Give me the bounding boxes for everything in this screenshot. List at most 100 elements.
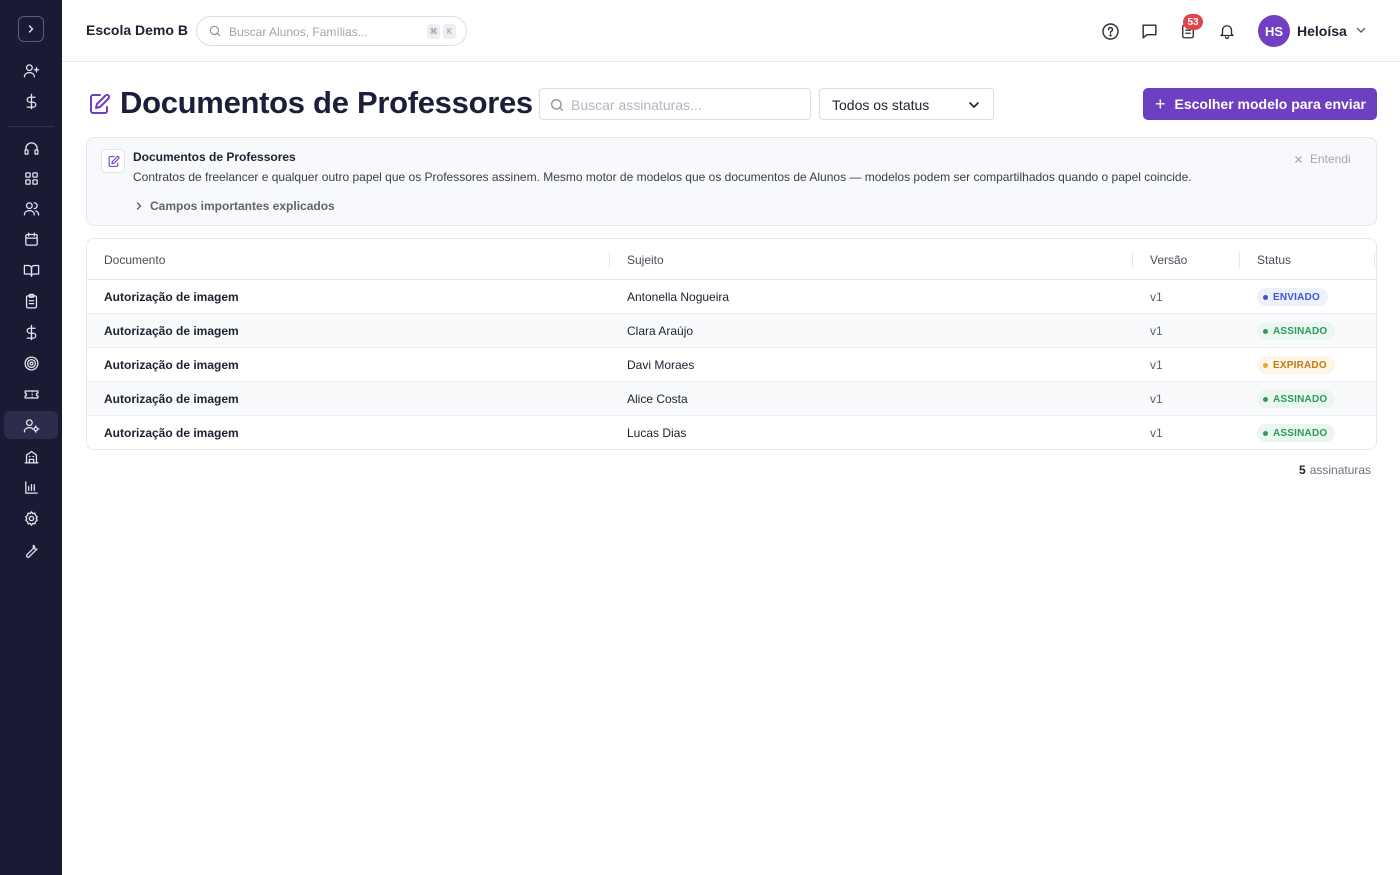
important-fields-toggle[interactable]: Campos importantes explicados — [134, 199, 335, 213]
status-badge: EXPIRADO — [1257, 356, 1335, 374]
cell-documento: Autorização de imagem — [104, 358, 239, 372]
column-divider[interactable] — [609, 252, 610, 268]
signatures-count-number: 5 — [1299, 463, 1306, 477]
dollar-icon — [26, 93, 36, 109]
chevron-down-icon — [969, 102, 979, 109]
sidebar-item-dashboard[interactable] — [4, 164, 58, 192]
sidebar-item-people[interactable] — [4, 194, 58, 222]
column-divider[interactable] — [1132, 252, 1133, 268]
column-divider[interactable] — [1239, 252, 1240, 268]
sidebar-item-settings[interactable] — [4, 504, 58, 532]
status-badge: ENVIADO — [1257, 288, 1328, 306]
calendar-icon — [24, 231, 38, 246]
chevron-right-icon — [136, 202, 142, 210]
sidebar-divider — [8, 126, 54, 127]
status-text: ASSINADO — [1273, 393, 1328, 405]
sidebar — [0, 0, 62, 875]
top-bar: Escola Demo B Buscar Alunos, Famílias...… — [62, 0, 1400, 62]
sidebar-item-admissions[interactable] — [4, 56, 58, 84]
cell-versao: v1 — [1150, 358, 1163, 372]
cell-documento: Autorização de imagem — [104, 426, 239, 440]
user-name[interactable]: Heloísa — [1297, 23, 1347, 39]
table-row[interactable]: Autorização de imagem Davi Moraes v1 EXP… — [87, 348, 1376, 382]
status-dot — [1263, 396, 1268, 402]
document-edit-icon — [101, 149, 125, 173]
sidebar-item-teachers[interactable] — [4, 411, 58, 439]
plus-icon: + — [1155, 94, 1166, 114]
close-icon — [1295, 155, 1302, 163]
cell-versao: v1 — [1150, 392, 1163, 406]
table-header: Documento Sujeito Versão Status — [87, 239, 1376, 280]
cell-documento: Autorização de imagem — [104, 290, 239, 304]
sidebar-item-school[interactable] — [4, 442, 58, 470]
status-text: EXPIRADO — [1273, 359, 1327, 371]
sidebar-item-billing[interactable] — [4, 87, 58, 115]
status-badge: ASSINADO — [1257, 424, 1336, 442]
help-button[interactable] — [1099, 20, 1121, 42]
dismiss-label: Entendi — [1310, 152, 1351, 166]
status-text: ASSINADO — [1273, 325, 1328, 337]
dismiss-button[interactable]: Entendi — [1294, 152, 1351, 166]
table-row[interactable]: Autorização de imagem Clara Araújo v1 AS… — [87, 314, 1376, 348]
column-divider[interactable] — [1374, 252, 1375, 268]
status-text: ENVIADO — [1273, 291, 1320, 303]
notifications-button[interactable] — [1216, 20, 1238, 42]
chevron-down-icon[interactable] — [1355, 24, 1367, 36]
column-header-status[interactable]: Status — [1257, 253, 1291, 267]
document-edit-icon — [90, 93, 111, 114]
choose-template-label: Escolher modelo para enviar — [1174, 96, 1366, 112]
table-row[interactable]: Autorização de imagem Antonella Nogueira… — [87, 280, 1376, 314]
important-fields-label: Campos importantes explicados — [150, 199, 335, 213]
signatures-search-input[interactable]: Buscar assinaturas... — [539, 88, 811, 120]
messages-button[interactable] — [1138, 20, 1160, 42]
user-settings-icon — [23, 418, 40, 433]
clipboard-icon — [25, 293, 37, 309]
gear-icon — [24, 510, 38, 526]
sidebar-item-goals[interactable] — [4, 349, 58, 377]
cell-sujeito: Alice Costa — [627, 392, 688, 406]
sidebar-item-finance[interactable] — [4, 318, 58, 346]
bell-icon — [1220, 25, 1234, 40]
shortcut-key-cmd: ⌘ — [427, 24, 440, 39]
status-filter-select[interactable]: Todos os status — [819, 88, 994, 120]
status-badge: ASSINADO — [1257, 390, 1336, 408]
chat-icon — [1141, 23, 1157, 39]
search-icon — [209, 25, 221, 37]
help-icon — [1101, 22, 1119, 40]
tasks-count-badge: 53 — [1183, 14, 1203, 30]
sidebar-item-tickets[interactable] — [4, 380, 58, 408]
sidebar-item-tools[interactable] — [4, 535, 58, 563]
school-name[interactable]: Escola Demo B — [86, 22, 188, 38]
dollar-icon — [26, 324, 36, 340]
page-title: Documentos de Professores — [120, 85, 533, 120]
chevron-right-icon — [28, 25, 34, 33]
sidebar-item-support[interactable] — [4, 134, 58, 162]
cell-documento: Autorização de imagem — [104, 324, 239, 338]
ticket-icon — [23, 389, 39, 399]
sidebar-item-courses[interactable] — [4, 256, 58, 284]
column-header-documento[interactable]: Documento — [104, 253, 165, 267]
cell-versao: v1 — [1150, 290, 1163, 304]
status-dot — [1263, 294, 1268, 300]
sidebar-item-calendar[interactable] — [4, 225, 58, 253]
table-row[interactable]: Autorização de imagem Alice Costa v1 ASS… — [87, 382, 1376, 416]
global-search-input[interactable]: Buscar Alunos, Famílias... ⌘ K — [196, 16, 467, 46]
table-row[interactable]: Autorização de imagem Lucas Dias v1 ASSI… — [87, 416, 1376, 449]
column-header-sujeito[interactable]: Sujeito — [627, 253, 664, 267]
cell-versao: v1 — [1150, 426, 1163, 440]
users-icon — [23, 201, 39, 216]
headset-icon — [23, 141, 39, 155]
sidebar-item-assessments[interactable] — [4, 287, 58, 315]
column-header-versao[interactable]: Versão — [1150, 253, 1187, 267]
sidebar-item-reports[interactable] — [4, 473, 58, 501]
status-filter-value: Todos os status — [832, 97, 930, 113]
signatures-search-placeholder: Buscar assinaturas... — [571, 97, 702, 113]
sidebar-expand-button[interactable] — [18, 16, 44, 42]
search-icon — [551, 99, 563, 111]
bar-chart-icon — [24, 480, 38, 494]
choose-template-button[interactable]: + Escolher modelo para enviar — [1143, 88, 1377, 120]
status-dot — [1263, 430, 1268, 436]
cell-sujeito: Clara Araújo — [627, 324, 694, 338]
status-text: ASSINADO — [1273, 427, 1328, 439]
avatar[interactable]: HS — [1258, 15, 1290, 47]
